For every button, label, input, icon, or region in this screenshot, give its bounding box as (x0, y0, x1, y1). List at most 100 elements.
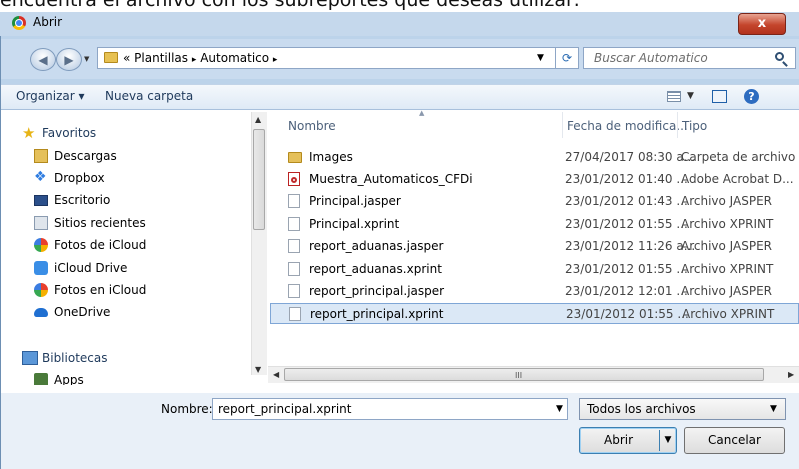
file-name: report_principal.jasper (309, 284, 445, 298)
file-type: Adobe Acrobat D... (681, 172, 794, 186)
search-icon[interactable] (775, 52, 784, 61)
help-icon[interactable]: ? (744, 89, 759, 104)
breadcrumb-item-automatico[interactable]: Automatico (200, 51, 269, 65)
sidebar-favorites[interactable]: ★ Favoritos (22, 124, 252, 144)
window-title: Abrir (33, 15, 63, 29)
close-button[interactable]: x (738, 13, 786, 35)
scroll-right-icon[interactable]: ▶ (788, 370, 794, 379)
sidebar-libraries[interactable]: Bibliotecas (22, 349, 252, 369)
sidebar-item-sitios-recientes[interactable]: Sitios recientes (34, 214, 260, 234)
file-type: Archivo XPRINT (682, 307, 775, 321)
sort-ascending-icon: ▲ (419, 109, 425, 117)
breadcrumb-overflow[interactable]: « (123, 51, 130, 65)
filename-history-dropdown-icon[interactable]: ▼ (556, 404, 563, 414)
address-dropdown-icon[interactable]: ▼ (537, 53, 544, 63)
desktop-icon (34, 195, 48, 206)
back-button[interactable]: ◀ (30, 48, 56, 71)
file-row[interactable]: Muestra_Automaticos_CFDi 23/01/2012 01:40… (270, 169, 799, 190)
file-name: Muestra_Automaticos_CFDi (309, 172, 473, 186)
file-date: 23/01/2012 01:43 ... (565, 194, 688, 208)
sidebar-scrollbar-thumb[interactable] (253, 129, 265, 230)
sidebar-item-label: Descargas (54, 149, 117, 163)
forward-arrow-icon: ▶ (64, 53, 74, 67)
file-type-value[interactable]: Todos los archivos (587, 402, 696, 416)
file-type: Archivo JASPER (681, 239, 772, 253)
file-date: 23/01/2012 12:01 ... (565, 284, 688, 298)
breadcrumb-item-plantillas[interactable]: Plantillas (134, 51, 188, 65)
breadcrumb-separator-icon[interactable]: ▸ (273, 55, 278, 65)
recent-locations-dropdown-icon[interactable]: ▼ (84, 55, 89, 63)
file-row[interactable]: report_aduanas.xprint 23/01/2012 01:55 ..… (270, 259, 799, 280)
title-bar (0, 12, 799, 36)
sidebar-item-descargas[interactable]: Descargas (34, 147, 260, 167)
scroll-up-icon[interactable]: ▲ (255, 115, 261, 124)
sidebar-item-onedrive[interactable]: OneDrive (34, 303, 260, 323)
sidebar-item-dropbox[interactable]: ❖ Dropbox (34, 169, 260, 189)
organize-menu[interactable]: Organizar ▾ (16, 89, 85, 103)
back-arrow-icon: ◀ (38, 53, 48, 67)
file-type: Carpeta de archivo (681, 150, 796, 164)
apps-icon (34, 373, 48, 385)
file-row[interactable]: report_principal.xprint 23/01/2012 01:55 … (270, 303, 799, 324)
file-icon (288, 239, 300, 253)
forward-button[interactable]: ▶ (56, 48, 82, 71)
file-row[interactable]: report_principal.jasper 23/01/2012 12:01 … (270, 281, 799, 302)
filename-label: Nombre: (161, 402, 213, 416)
filename-value[interactable]: report_principal.xprint (218, 402, 352, 416)
column-header-name[interactable]: Nombre (288, 119, 336, 133)
sidebar-item-escritorio[interactable]: Escritorio (34, 191, 260, 211)
open-button-label: Abrir (604, 433, 634, 447)
sidebar-libraries-label: Bibliotecas (42, 351, 108, 365)
star-icon: ★ (22, 124, 36, 142)
column-header-type[interactable]: Tipo (682, 119, 707, 133)
scroll-left-icon[interactable]: ◀ (273, 370, 279, 379)
view-options-icon[interactable] (667, 91, 681, 102)
preview-pane-icon[interactable] (712, 90, 727, 103)
breadcrumb: « Plantillas ▸ Automatico ▸ (123, 51, 277, 65)
sidebar-item-label: Fotos en iCloud (54, 283, 147, 297)
sidebar-item-apps[interactable]: Apps (34, 371, 260, 385)
file-name: report_principal.xprint (310, 307, 444, 321)
file-row[interactable]: Principal.xprint 23/01/2012 01:55 ... Arch… (270, 214, 799, 235)
file-icon (288, 194, 300, 208)
sidebar-item-icloud-drive[interactable]: iCloud Drive (34, 259, 260, 279)
horizontal-scrollbar-thumb[interactable] (284, 368, 764, 381)
file-date: 23/01/2012 01:40 ... (565, 172, 688, 186)
view-options-dropdown-icon[interactable]: ▼ (687, 91, 694, 101)
column-divider[interactable] (562, 112, 563, 138)
sidebar-item-label: iCloud Drive (54, 261, 128, 275)
file-type: Archivo XPRINT (681, 262, 774, 276)
column-header-date[interactable]: Fecha de modifica... (567, 119, 688, 133)
new-folder-button[interactable]: Nueva carpeta (105, 89, 193, 103)
file-date: 23/01/2012 01:55 ... (565, 262, 688, 276)
scrollbar-grip-icon: III (515, 371, 523, 380)
sidebar-item-fotos-de-icloud[interactable]: Fotos de iCloud (34, 236, 260, 256)
breadcrumb-separator-icon[interactable]: ▸ (192, 55, 197, 65)
sidebar-favorites-label: Favoritos (42, 126, 97, 140)
icloud-photos-icon (34, 238, 48, 252)
open-options-dropdown-icon[interactable]: ▼ (659, 430, 676, 451)
dropbox-icon: ❖ (34, 169, 47, 185)
downloads-icon (34, 149, 48, 163)
sidebar-item-label: Apps (54, 373, 84, 385)
file-name: Principal.xprint (309, 217, 400, 231)
cancel-button[interactable]: Cancelar (684, 427, 785, 454)
page-caption: encuentra el archivo con los subreportes… (0, 0, 580, 11)
file-name: Principal.jasper (309, 194, 401, 208)
file-row[interactable]: Principal.jasper 23/01/2012 01:43 ... Arch… (270, 191, 799, 212)
column-divider[interactable] (677, 112, 678, 138)
file-row[interactable]: report_aduanas.jasper 23/01/2012 11:26 a.… (270, 236, 799, 257)
scroll-down-icon[interactable]: ▼ (255, 365, 261, 374)
file-row[interactable]: Images 27/04/2017 08:30 a... Carpeta de ar… (270, 147, 799, 168)
chevron-down-icon[interactable]: ▼ (770, 404, 777, 414)
refresh-button[interactable]: ⟳ (555, 47, 579, 69)
chrome-icon (12, 16, 26, 30)
file-date: 23/01/2012 11:26 a... (565, 239, 696, 253)
sidebar-item-fotos-en-icloud[interactable]: Fotos en iCloud (34, 281, 260, 301)
file-name: report_aduanas.jasper (309, 239, 444, 253)
search-placeholder: Buscar Automatico (594, 51, 708, 65)
file-icon (289, 307, 301, 321)
icloud-photos-icon (34, 283, 48, 297)
file-icon (288, 217, 300, 231)
file-icon (288, 262, 300, 276)
